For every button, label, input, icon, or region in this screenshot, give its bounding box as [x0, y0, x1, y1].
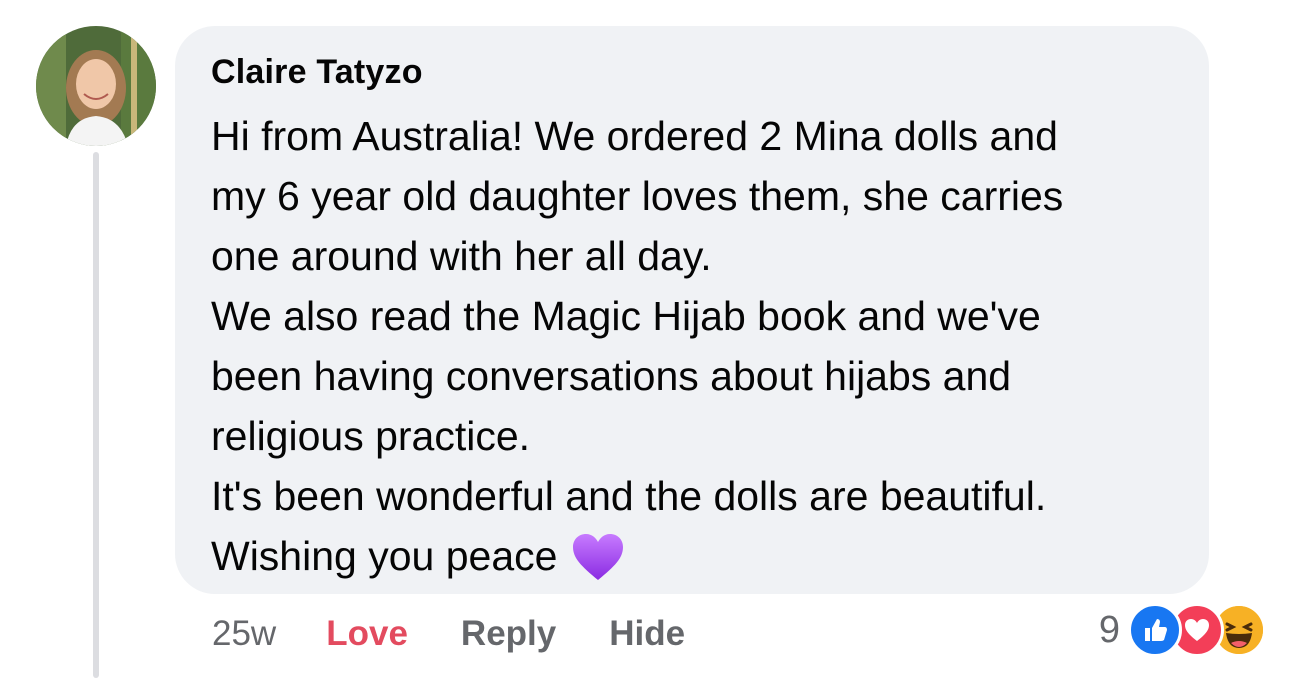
comment-text-line-text: Wishing you peace — [211, 533, 558, 579]
comment-text-line: religious practice. — [211, 413, 531, 459]
like-icon — [1128, 603, 1182, 657]
comment-bubble: Claire Tatyzo Hi from Australia! We orde… — [175, 26, 1209, 594]
comment-text-line-last: Wishing you peace — [211, 526, 1173, 598]
comment-text-line: It's been wonderful and the dolls are be… — [211, 473, 1047, 519]
comment-text-line: Hi from Australia! We ordered 2 Mina dol… — [211, 113, 1058, 159]
reaction-count: 9 — [1098, 608, 1120, 651]
comment-text-line: been having conversations about hijabs a… — [211, 353, 1012, 399]
timestamp[interactable]: 25w — [212, 614, 276, 654]
comment-text-line: We also read the Magic Hijab book and we… — [211, 293, 1041, 339]
comment-actions: 25w Love Reply Hide — [212, 612, 685, 656]
love-button[interactable]: Love — [326, 614, 408, 654]
hide-button[interactable]: Hide — [609, 614, 685, 654]
comment-text-line: one around with her all day. — [211, 233, 712, 279]
reply-button[interactable]: Reply — [461, 614, 556, 654]
avatar[interactable] — [36, 26, 156, 146]
purple-heart-icon — [571, 532, 625, 598]
thread-line — [93, 152, 99, 678]
comment-text-line: my 6 year old daughter loves them, she c… — [211, 173, 1064, 219]
comment-author[interactable]: Claire Tatyzo — [211, 52, 1173, 92]
reactions-summary[interactable]: 9 — [1098, 603, 1266, 657]
